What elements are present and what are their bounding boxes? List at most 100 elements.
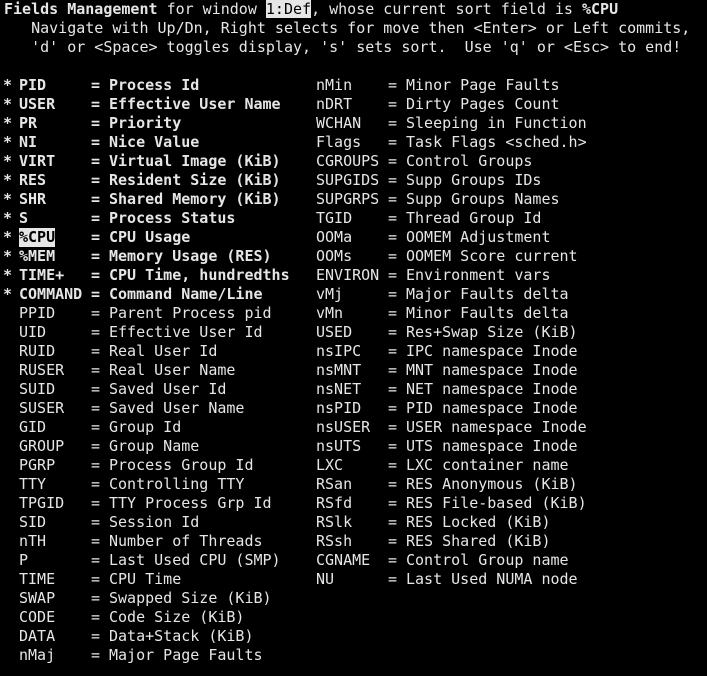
field-row-code[interactable]: CODE = Code Size (KiB) — [0, 608, 310, 627]
field-description: RES File-based (KiB) — [406, 494, 587, 512]
active-mark: * — [3, 266, 13, 284]
field-description: Process Group Id — [109, 456, 254, 474]
field-row-command[interactable]: * COMMAND = Command Name/Line — [0, 285, 310, 304]
field-name: OOMs — [316, 247, 353, 265]
field-row-ni[interactable]: * NI = Nice Value — [0, 133, 310, 152]
field-name: USED — [316, 323, 353, 341]
field-name: TTY — [19, 475, 47, 493]
sort-text: , whose current sort field is — [311, 0, 573, 18]
field-row-ruser[interactable]: RUSER = Real User Name — [0, 361, 310, 380]
field-row-sid[interactable]: SID = Session Id — [0, 513, 310, 532]
field-description: CPU Usage — [109, 228, 191, 246]
field-equals: = — [91, 133, 101, 151]
field-row-ruid[interactable]: RUID = Real User Id — [0, 342, 310, 361]
field-description: Memory Usage (RES) — [109, 247, 272, 265]
field-equals: = — [91, 608, 101, 626]
field-row-nmaj[interactable]: nMaj = Major Page Faults — [0, 646, 310, 665]
field-description: Control Group name — [406, 551, 569, 569]
field-equals: = — [91, 646, 101, 664]
field-equals: = — [388, 551, 398, 569]
field-row-cpu[interactable]: * %CPU = CPU Usage — [0, 228, 310, 247]
field-description: Shared Memory (KiB) — [109, 190, 281, 208]
field-description: RES Anonymous (KiB) — [406, 475, 578, 493]
help-line-2: 'd' or <Space> toggles display, 's' sets… — [4, 38, 682, 56]
field-description: Last Used NUMA node — [406, 570, 578, 588]
field-description: RES Locked (KiB) — [406, 513, 551, 531]
field-equals: = — [388, 361, 398, 379]
field-description: CPU Time — [109, 570, 182, 588]
field-equals: = — [388, 418, 398, 436]
field-row-res[interactable]: * RES = Resident Size (KiB) — [0, 171, 310, 190]
field-row-gid[interactable]: GID = Group Id — [0, 418, 310, 437]
field-name: WCHAN — [316, 114, 362, 132]
field-description: Major Page Faults — [109, 646, 263, 664]
field-name: nsUSER — [316, 418, 371, 436]
active-mark: * — [3, 171, 13, 189]
field-row-s[interactable]: * S = Process Status — [0, 209, 310, 228]
field-equals: = — [91, 570, 101, 588]
field-name: vMj — [316, 285, 344, 303]
field-equals: = — [91, 532, 101, 550]
field-equals: = — [91, 285, 101, 303]
field-row-uid[interactable]: UID = Effective User Id — [0, 323, 310, 342]
header-line: Fields Management for window 1:Def, whos… — [4, 0, 618, 19]
field-name: SWAP — [19, 589, 56, 607]
field-equals: = — [388, 456, 398, 474]
field-description: USER namespace Inode — [406, 418, 587, 436]
field-equals: = — [91, 627, 101, 645]
field-name: SUID — [19, 380, 56, 398]
field-row-p[interactable]: P = Last Used CPU (SMP) — [0, 551, 310, 570]
field-row-user[interactable]: * USER = Effective User Name — [0, 95, 310, 114]
field-equals: = — [91, 209, 101, 227]
field-name: COMMAND — [19, 285, 83, 303]
field-description: Minor Faults delta — [406, 304, 569, 322]
field-name: CGROUPS — [316, 152, 380, 170]
field-row-tpgid[interactable]: TPGID = TTY Process Grp Id — [0, 494, 310, 513]
field-row-group[interactable]: GROUP = Group Name — [0, 437, 310, 456]
field-equals: = — [91, 304, 101, 322]
field-row-time[interactable]: * TIME+ = CPU Time, hundredths — [0, 266, 310, 285]
field-name: vMn — [316, 304, 344, 322]
field-name: nMaj — [19, 646, 56, 664]
field-description: Minor Page Faults — [406, 76, 560, 94]
field-row-mem[interactable]: * %MEM = Memory Usage (RES) — [0, 247, 310, 266]
field-description: Effective User Name — [109, 95, 281, 113]
field-equals: = — [91, 475, 101, 493]
field-description: Sleeping in Function — [406, 114, 587, 132]
field-equals: = — [388, 437, 398, 455]
active-mark: * — [3, 95, 13, 113]
field-name: USER — [19, 95, 56, 113]
field-row-suser[interactable]: SUSER = Saved User Name — [0, 399, 310, 418]
field-description: Resident Size (KiB) — [109, 171, 281, 189]
field-name: nsUTS — [316, 437, 362, 455]
page-title: Fields Management — [4, 0, 158, 18]
field-description: Code Size (KiB) — [109, 608, 245, 626]
field-name: nTH — [19, 532, 47, 550]
field-row-ppid[interactable]: PPID = Parent Process pid — [0, 304, 310, 323]
field-equals: = — [91, 190, 101, 208]
field-row-pid[interactable]: * PID = Process Id — [0, 76, 310, 95]
field-row-swap[interactable]: SWAP = Swapped Size (KiB) — [0, 589, 310, 608]
field-row-tty[interactable]: TTY = Controlling TTY — [0, 475, 310, 494]
field-description: LXC container name — [406, 456, 569, 474]
field-equals: = — [91, 76, 101, 94]
field-row-virt[interactable]: * VIRT = Virtual Image (KiB) — [0, 152, 310, 171]
field-equals: = — [91, 380, 101, 398]
field-row-shr[interactable]: * SHR = Shared Memory (KiB) — [0, 190, 310, 209]
field-row-nth[interactable]: nTH = Number of Threads — [0, 532, 310, 551]
field-row-suid[interactable]: SUID = Saved User Id — [0, 380, 310, 399]
field-description: Process Id — [109, 76, 200, 94]
field-equals: = — [91, 95, 101, 113]
field-row-time[interactable]: TIME = CPU Time — [0, 570, 310, 589]
field-description: Controlling TTY — [109, 475, 245, 493]
field-name: OOMa — [316, 228, 353, 246]
active-mark: * — [3, 133, 13, 151]
field-row-data[interactable]: DATA = Data+Stack (KiB) — [0, 627, 310, 646]
field-description: Process Status — [109, 209, 236, 227]
field-description: Real User Name — [109, 361, 236, 379]
field-row-pgrp[interactable]: PGRP = Process Group Id — [0, 456, 310, 475]
field-equals: = — [91, 228, 101, 246]
field-equals: = — [388, 285, 398, 303]
field-name: TPGID — [19, 494, 65, 512]
field-row-pr[interactable]: * PR = Priority — [0, 114, 310, 133]
